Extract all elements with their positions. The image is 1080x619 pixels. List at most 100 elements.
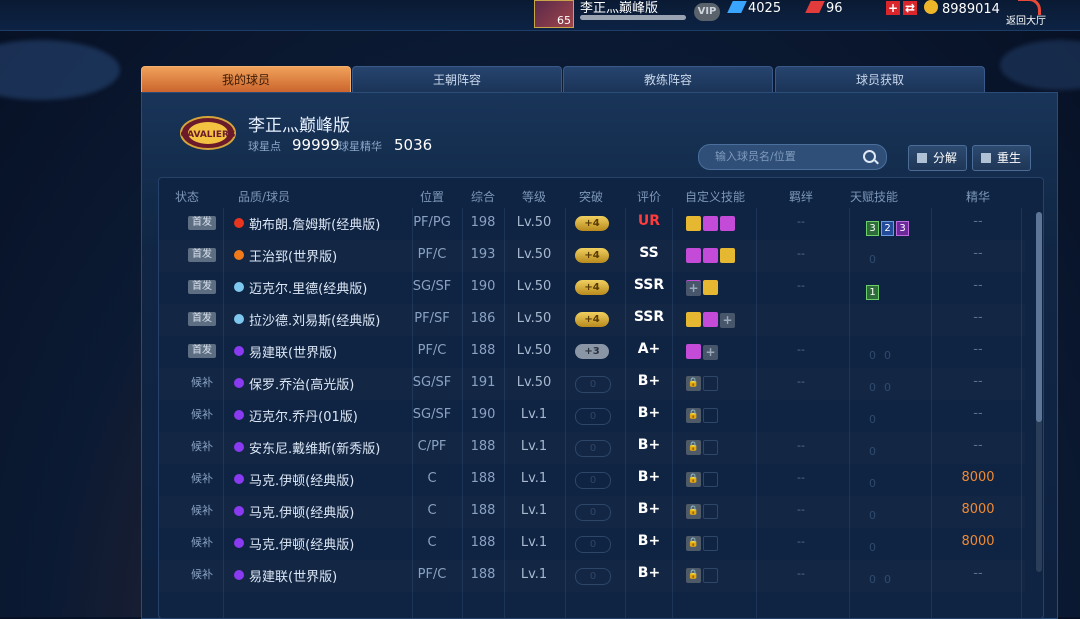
player-table: 状态 品质/球员 位置 综合 等级 突破 评价 自定义技能 羁绊 天赋技能 精华 首发 勒布朗.詹姆斯…: [158, 177, 1044, 619]
lock-icon[interactable]: 🔒: [686, 568, 701, 583]
quality-dot: [234, 570, 244, 580]
table-row[interactable]: 候补 安东尼.戴维斯(新秀版) C/PF 188 Lv.1 0 B+ 🔒 -- 0 --: [159, 432, 1025, 464]
vip-badge[interactable]: VIP: [694, 3, 720, 21]
table-row[interactable]: 首发 迈克尔.里德(经典版) SG/SF 190 Lv.50 +4 SSR + -- 1 --: [159, 272, 1025, 304]
return-lobby-button[interactable]: 返回大厅: [1004, 0, 1050, 28]
player-name[interactable]: 易建联(世界版): [249, 566, 337, 585]
lock-icon[interactable]: 🔒: [686, 536, 701, 551]
player-overall: 188: [470, 503, 496, 518]
status-badge: 首发: [188, 344, 216, 358]
tab-dynasty-lineup[interactable]: 王朝阵容: [352, 66, 562, 94]
skill-icon[interactable]: [703, 440, 718, 455]
skill-icon[interactable]: [703, 536, 718, 551]
tab-coach-lineup[interactable]: 教练阵容: [563, 66, 773, 94]
decompose-button[interactable]: 分解: [908, 145, 967, 171]
bond-value: --: [797, 279, 805, 292]
talent-skill-slots: 0: [866, 504, 881, 523]
lock-icon[interactable]: 🔒: [686, 440, 701, 455]
col-header-custom-skills: 自定义技能: [684, 190, 746, 204]
player-position: SG/SF: [412, 375, 452, 390]
essence-value: 8000: [961, 502, 995, 517]
player-name[interactable]: 拉沙德.刘易斯(经典版): [249, 310, 380, 329]
breakthrough-badge[interactable]: +4: [575, 280, 609, 295]
talent-badge: 3: [896, 221, 909, 236]
table-scrollbar[interactable]: [1036, 212, 1042, 572]
skill-icon[interactable]: [703, 504, 718, 519]
skill-icon[interactable]: [703, 472, 718, 487]
player-position: SG/SF: [412, 407, 452, 422]
player-name[interactable]: 王治郅(世界版): [249, 246, 337, 265]
skill-icon[interactable]: [703, 408, 718, 423]
player-search[interactable]: [698, 144, 887, 170]
table-row[interactable]: 候补 保罗.乔治(高光版) SG/SF 191 Lv.50 0 B+ 🔒 -- 0 0 --: [159, 368, 1025, 400]
player-name[interactable]: 迈克尔.乔丹(01版): [249, 406, 358, 425]
custom-skill-slots: [686, 248, 737, 267]
player-name[interactable]: 保罗.乔治(高光版): [249, 374, 354, 393]
player-name[interactable]: 勒布朗.詹姆斯(经典版): [249, 214, 380, 233]
custom-skill-slots: +: [686, 280, 720, 299]
player-name[interactable]: 易建联(世界版): [249, 342, 337, 361]
breakthrough-badge[interactable]: +4: [575, 248, 609, 263]
table-row[interactable]: 候补 易建联(世界版) PF/C 188 Lv.1 0 B+ 🔒 -- 0 0 --: [159, 560, 1025, 592]
player-name[interactable]: 马克.伊顿(经典版): [249, 502, 354, 521]
skill-icon[interactable]: [703, 280, 718, 295]
add-currency-button[interactable]: +: [886, 1, 900, 15]
player-name[interactable]: 马克.伊顿(经典版): [249, 470, 354, 489]
skill-icon[interactable]: [703, 568, 718, 583]
breakthrough-badge[interactable]: 0: [575, 472, 611, 489]
lock-icon[interactable]: 🔒: [686, 504, 701, 519]
tab-my-players[interactable]: 我的球员: [141, 66, 351, 94]
table-row[interactable]: 候补 马克.伊顿(经典版) C 188 Lv.1 0 B+ 🔒 -- 0 8000: [159, 528, 1025, 560]
exchange-button[interactable]: ⇄: [903, 1, 917, 15]
player-name[interactable]: 安东尼.戴维斯(新秀版): [249, 438, 380, 457]
table-row[interactable]: 候补 马克.伊顿(经典版) C 188 Lv.1 0 B+ 🔒 -- 0 8000: [159, 464, 1025, 496]
lock-icon[interactable]: 🔒: [686, 472, 701, 487]
skill-icon[interactable]: [703, 376, 718, 391]
skill-icon[interactable]: [686, 312, 701, 327]
table-row[interactable]: 候补 迈克尔.乔丹(01版) SG/SF 190 Lv.1 0 B+ 🔒 0 --: [159, 400, 1025, 432]
return-lobby-label: 返回大厅: [1006, 16, 1046, 27]
player-position: C: [427, 535, 437, 550]
skill-icon[interactable]: [686, 248, 701, 263]
col-header-breakthrough: 突破: [578, 190, 604, 204]
table-row[interactable]: 首发 勒布朗.詹姆斯(经典版) PF/PG 198 Lv.50 +4 UR -- 3 2 3 --: [159, 208, 1025, 240]
table-row[interactable]: 候补 马克.伊顿(经典版) C 188 Lv.1 0 B+ 🔒 -- 0 8000: [159, 496, 1025, 528]
talent-skill-slots: 1: [866, 280, 881, 300]
breakthrough-badge[interactable]: 0: [575, 536, 611, 553]
breakthrough-badge[interactable]: +4: [575, 312, 609, 327]
skill-icon[interactable]: [720, 248, 735, 263]
tab-player-acquire[interactable]: 球员获取: [775, 66, 985, 94]
player-name[interactable]: 迈克尔.里德(经典版): [249, 278, 367, 297]
player-panel: CAVALIERS 李正灬巅峰版 球星点 99999 球星精华 5036 分解 …: [141, 92, 1058, 619]
player-name[interactable]: 马克.伊顿(经典版): [249, 534, 354, 553]
breakthrough-badge[interactable]: 0: [575, 568, 611, 585]
talent-badge: 0: [869, 413, 876, 426]
table-row[interactable]: 首发 易建联(世界版) PF/C 188 Lv.50 +3 A+ + -- 0 0 --: [159, 336, 1025, 368]
breakthrough-badge[interactable]: 0: [575, 440, 611, 457]
lock-icon[interactable]: 🔒: [686, 376, 701, 391]
rebirth-button[interactable]: 重生: [972, 145, 1031, 171]
search-input[interactable]: [713, 149, 857, 164]
skill-icon[interactable]: [703, 216, 718, 231]
breakthrough-badge[interactable]: +4: [575, 216, 609, 231]
search-icon[interactable]: [863, 150, 876, 163]
add-skill-icon[interactable]: +: [703, 345, 718, 360]
add-skill-icon[interactable]: +: [720, 313, 735, 328]
add-skill-icon[interactable]: +: [686, 281, 701, 296]
breakthrough-badge[interactable]: 0: [575, 504, 611, 521]
scrollbar-thumb[interactable]: [1036, 212, 1042, 422]
player-level: Lv.50: [516, 311, 552, 326]
lock-icon[interactable]: 🔒: [686, 408, 701, 423]
skill-icon[interactable]: [686, 216, 701, 231]
table-row[interactable]: 首发 王治郅(世界版) PF/C 193 Lv.50 +4 SS -- 0 --: [159, 240, 1025, 272]
breakthrough-badge[interactable]: +3: [575, 344, 609, 359]
skill-icon[interactable]: [703, 312, 718, 327]
custom-skill-slots: +: [686, 312, 735, 331]
player-avatar[interactable]: 65: [534, 0, 574, 28]
table-row[interactable]: 首发 拉沙德.刘易斯(经典版) PF/SF 186 Lv.50 +4 SSR + --: [159, 304, 1025, 336]
breakthrough-badge[interactable]: 0: [575, 376, 611, 393]
skill-icon[interactable]: [686, 344, 701, 359]
skill-icon[interactable]: [720, 216, 735, 231]
breakthrough-badge[interactable]: 0: [575, 408, 611, 425]
skill-icon[interactable]: [703, 248, 718, 263]
